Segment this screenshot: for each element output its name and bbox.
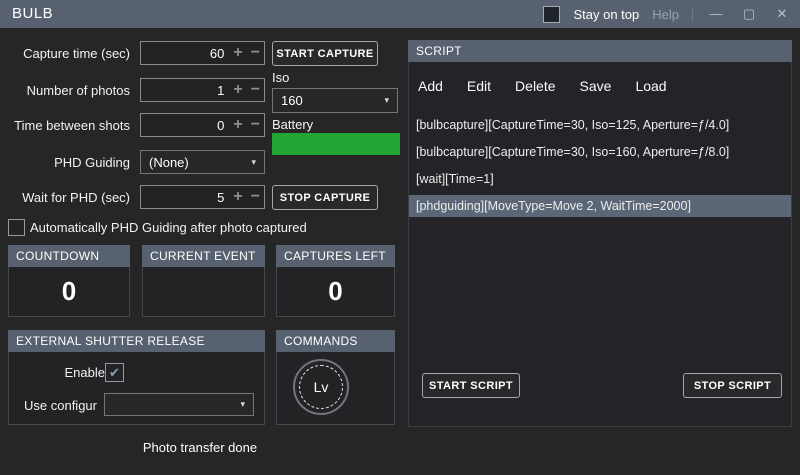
enable-label: Enable bbox=[64, 365, 105, 380]
minus-icon[interactable]: − bbox=[247, 80, 264, 100]
script-panel-header: SCRIPT bbox=[408, 40, 792, 62]
checkmark-icon: ✔ bbox=[109, 365, 120, 380]
commands-box: Lv bbox=[276, 352, 395, 425]
start-script-button[interactable]: START SCRIPT bbox=[422, 373, 520, 398]
battery-progressbar bbox=[272, 133, 400, 155]
countdown-header: COUNTDOWN bbox=[8, 245, 130, 267]
menu-item-add[interactable]: Add bbox=[418, 78, 443, 94]
time-between-value[interactable]: 0 bbox=[141, 118, 229, 133]
chevron-down-icon: ▾ bbox=[384, 95, 389, 105]
menu-item-edit[interactable]: Edit bbox=[467, 78, 491, 94]
stop-capture-button[interactable]: STOP CAPTURE bbox=[272, 185, 378, 210]
enable-checkbox[interactable]: ✔ bbox=[105, 363, 124, 382]
minimize-icon[interactable]: — bbox=[706, 0, 726, 28]
window-title: BULB bbox=[12, 5, 54, 22]
commands-header: COMMANDS bbox=[276, 330, 395, 352]
minus-icon[interactable]: − bbox=[247, 187, 264, 207]
script-list-item-selected[interactable]: [phdguiding][MoveType=Move 2, WaitTime=2… bbox=[409, 195, 791, 217]
countdown-value: 0 bbox=[61, 276, 77, 306]
stay-on-top-label: Stay on top bbox=[573, 6, 640, 22]
close-icon[interactable]: ✕ bbox=[772, 0, 792, 28]
script-menu: Add Edit Delete Save Load bbox=[418, 78, 667, 94]
num-photos-stepper[interactable]: 1 + − bbox=[140, 78, 265, 102]
battery-fill bbox=[272, 133, 400, 155]
live-view-button[interactable]: Lv bbox=[293, 359, 349, 415]
script-list-item[interactable]: [bulbcapture][CaptureTime=30, Iso=125, A… bbox=[409, 114, 791, 136]
countdown-box: 0 bbox=[8, 267, 130, 317]
minus-icon[interactable]: − bbox=[247, 43, 264, 63]
current-event-box bbox=[142, 267, 265, 317]
chevron-down-icon: ▾ bbox=[240, 399, 245, 409]
use-config-label: Use configur bbox=[24, 398, 97, 413]
captures-left-header: CAPTURES LEFT bbox=[276, 245, 395, 267]
stop-script-button[interactable]: STOP SCRIPT bbox=[683, 373, 782, 398]
plus-icon[interactable]: + bbox=[229, 115, 246, 135]
time-between-label: Time between shots bbox=[14, 118, 130, 133]
iso-dropdown[interactable]: 160 ▾ bbox=[272, 88, 398, 113]
phd-guiding-value: (None) bbox=[149, 154, 189, 170]
stay-on-top-checkbox[interactable] bbox=[543, 5, 561, 23]
capture-time-label: Capture time (sec) bbox=[23, 46, 130, 61]
iso-label: Iso bbox=[272, 70, 290, 85]
battery-label: Battery bbox=[272, 117, 314, 132]
num-photos-label: Number of photos bbox=[26, 83, 130, 98]
auto-phd-label: Automatically PHD Guiding after photo ca… bbox=[30, 220, 307, 235]
plus-icon[interactable]: + bbox=[229, 80, 246, 100]
iso-value: 160 bbox=[281, 93, 303, 108]
current-event-header: CURRENT EVENT bbox=[142, 245, 265, 267]
titlebar: BULB Stay on top Help — ▢ ✕ bbox=[0, 0, 800, 28]
start-capture-button[interactable]: START CAPTURE bbox=[272, 41, 378, 66]
phd-guiding-label: PHD Guiding bbox=[54, 155, 130, 170]
capture-time-stepper[interactable]: 60 + − bbox=[140, 41, 265, 65]
external-shutter-box: Enable ✔ Use configur ▾ bbox=[8, 352, 265, 425]
script-list: [bulbcapture][CaptureTime=30, Iso=125, A… bbox=[409, 114, 791, 222]
external-shutter-header: EXTERNAL SHUTTER RELEASE bbox=[8, 330, 265, 352]
chevron-down-icon: ▾ bbox=[251, 156, 256, 167]
menu-item-save[interactable]: Save bbox=[580, 78, 612, 94]
captures-left-value: 0 bbox=[328, 276, 343, 306]
capture-time-value[interactable]: 60 bbox=[141, 46, 229, 61]
plus-icon[interactable]: + bbox=[229, 43, 246, 63]
auto-phd-checkbox[interactable] bbox=[8, 219, 25, 236]
plus-icon[interactable]: + bbox=[229, 187, 246, 207]
titlebar-separator bbox=[692, 6, 693, 22]
status-message: Photo transfer done bbox=[142, 440, 258, 455]
captures-left-box: 0 bbox=[276, 267, 395, 317]
help-menu[interactable]: Help bbox=[652, 7, 679, 22]
wait-phd-stepper[interactable]: 5 + − bbox=[140, 185, 265, 209]
wait-phd-label: Wait for PHD (sec) bbox=[22, 190, 130, 205]
wait-phd-value[interactable]: 5 bbox=[141, 190, 229, 205]
phd-guiding-dropdown[interactable]: (None) ▾ bbox=[140, 150, 265, 174]
time-between-stepper[interactable]: 0 + − bbox=[140, 113, 265, 137]
menu-item-delete[interactable]: Delete bbox=[515, 78, 555, 94]
minus-icon[interactable]: − bbox=[247, 115, 264, 135]
maximize-icon[interactable]: ▢ bbox=[739, 0, 759, 28]
use-config-dropdown[interactable]: ▾ bbox=[104, 393, 254, 416]
menu-item-load[interactable]: Load bbox=[635, 78, 666, 94]
script-list-item[interactable]: [bulbcapture][CaptureTime=30, Iso=160, A… bbox=[409, 141, 791, 163]
bulb-window: BULB Stay on top Help — ▢ ✕ Capture time… bbox=[0, 0, 800, 475]
live-view-label: Lv bbox=[299, 365, 343, 409]
num-photos-value[interactable]: 1 bbox=[141, 83, 229, 98]
script-list-item[interactable]: [wait][Time=1] bbox=[409, 168, 791, 190]
